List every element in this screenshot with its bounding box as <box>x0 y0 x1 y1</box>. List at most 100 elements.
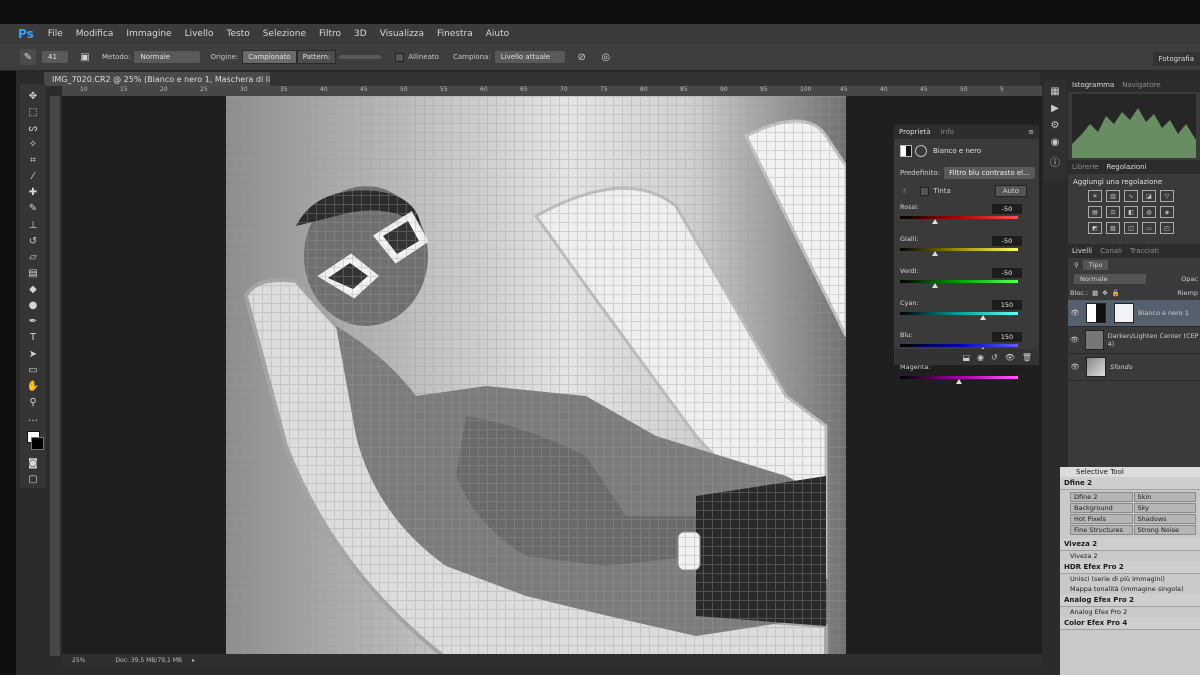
clone-stamp-tool-icon[interactable]: ✎ <box>20 49 36 65</box>
brush-size-picker[interactable]: 41 <box>42 51 68 63</box>
crop-tool-icon[interactable]: ⌗ <box>26 154 40 167</box>
layer-row[interactable]: 👁 Bianco e nero 1 <box>1068 300 1200 327</box>
menu-livello[interactable]: Livello <box>185 29 214 39</box>
slider-track[interactable] <box>900 312 1018 315</box>
color-slider[interactable]: Magenta: <box>900 362 1039 389</box>
menu-testo[interactable]: Testo <box>226 29 249 39</box>
eye-icon[interactable]: 👁 <box>1068 363 1082 371</box>
menu-modifica[interactable]: Modifica <box>76 29 114 39</box>
tab-canali[interactable]: Canali <box>1096 247 1126 255</box>
actions-panel-icon[interactable]: ▶ <box>1051 103 1059 114</box>
tab-istogramma[interactable]: Istogramma <box>1068 81 1118 89</box>
selective-button[interactable]: Sky <box>1133 503 1196 513</box>
slider-value-input[interactable]: -50 <box>992 204 1022 214</box>
zoom-level[interactable]: 25% <box>72 657 85 664</box>
layer-kind-filter[interactable]: Tipo <box>1082 260 1109 270</box>
slider-thumb[interactable] <box>956 379 962 384</box>
campionato-button[interactable]: Campionato <box>242 50 297 64</box>
lasso-tool-icon[interactable]: ᔕ <box>26 122 40 135</box>
preset-select[interactable]: Filtro blu contrasto el... <box>944 167 1035 179</box>
view-previous-icon[interactable]: ◉ <box>977 353 984 362</box>
ignore-adjustment-layers-icon[interactable]: ⊘ <box>575 50 589 64</box>
lock-pixels-icon[interactable]: ▦ <box>1092 289 1098 297</box>
selective-tool-header[interactable]: Selective Tool <box>1060 467 1200 477</box>
layer-row[interactable]: 👁 Sfondo <box>1068 354 1200 381</box>
menu-selezione[interactable]: Selezione <box>263 29 306 39</box>
slider-track[interactable] <box>900 280 1018 283</box>
tab-regolazioni[interactable]: Regolazioni <box>1102 163 1150 171</box>
mask-icon[interactable] <box>915 145 927 157</box>
blur-tool-icon[interactable]: ◆ <box>26 283 40 296</box>
lock-all-icon[interactable]: 🔒 <box>1112 289 1120 297</box>
selective-section-header[interactable]: HDR Efex Pro 2 <box>1060 561 1200 574</box>
marquee-tool-icon[interactable]: ⬚ <box>26 106 40 119</box>
vibrance-icon[interactable]: ▽ <box>1160 190 1174 202</box>
pattern-picker[interactable] <box>339 55 382 59</box>
eraser-tool-icon[interactable]: ▱ <box>26 251 40 264</box>
selective-button[interactable]: Fine Structures <box>1070 525 1133 535</box>
allineato-checkbox[interactable] <box>395 52 405 62</box>
hue-saturation-icon[interactable]: ▤ <box>1088 206 1102 218</box>
slider-track[interactable] <box>900 344 1018 347</box>
pressure-icon[interactable]: ◎ <box>599 50 613 64</box>
selective-button[interactable]: Shadows <box>1133 514 1196 524</box>
metodo-select[interactable]: Normale <box>134 51 201 63</box>
threshold-icon[interactable]: ◫ <box>1124 222 1138 234</box>
slider-track[interactable] <box>900 216 1018 219</box>
tab-librerie[interactable]: Librerie <box>1068 163 1102 171</box>
slider-thumb[interactable] <box>932 283 939 288</box>
swatches-panel-icon[interactable]: ◉ <box>1051 137 1060 148</box>
panel-menu-icon[interactable]: ≡ <box>1028 128 1034 136</box>
clone-stamp-icon[interactable]: ⊥ <box>26 218 40 231</box>
curves-icon[interactable]: ∿ <box>1124 190 1138 202</box>
color-slider[interactable]: Rossi: -50 <box>900 202 1039 229</box>
slider-value-input[interactable] <box>992 364 1022 374</box>
history-brush-icon[interactable]: ↺ <box>26 235 40 248</box>
layer-row[interactable]: 👁 Darken/Lighten Center (CEP 4) <box>1068 327 1200 354</box>
hand-tool-icon[interactable]: ✋ <box>26 380 40 393</box>
selective-color-icon[interactable]: ◰ <box>1160 222 1174 234</box>
photo-filter-icon[interactable]: ◍ <box>1142 206 1156 218</box>
slider-thumb[interactable] <box>979 315 986 320</box>
selective-item[interactable]: Analog Efex Pro 2 <box>1060 607 1200 617</box>
selective-item[interactable]: Mappa tonalità (immagine singola) <box>1060 584 1200 594</box>
selective-section-header[interactable]: Dfine 2 <box>1060 477 1200 490</box>
tab-proprieta[interactable]: Proprietà <box>894 128 936 136</box>
eye-icon[interactable]: 👁 <box>1068 309 1082 317</box>
exposure-icon[interactable]: ◪ <box>1142 190 1156 202</box>
properties-panel-icon[interactable]: ⚙ <box>1051 120 1060 131</box>
tab-info[interactable]: Info <box>936 128 959 136</box>
menu-filtro[interactable]: Filtro <box>319 29 341 39</box>
quick-mask-icon[interactable]: ◙ <box>26 457 40 470</box>
info-panel-icon[interactable]: ⓘ <box>1050 154 1060 169</box>
visibility-icon[interactable]: 👁 <box>1005 353 1015 362</box>
selective-section-header[interactable]: Viveza 2 <box>1060 538 1200 551</box>
quick-selection-tool-icon[interactable]: ✧ <box>26 138 40 151</box>
blend-mode-select[interactable]: Normale <box>1074 274 1146 284</box>
dodge-tool-icon[interactable]: ● <box>26 299 40 312</box>
vertical-ruler[interactable] <box>50 96 60 656</box>
brush-tool-icon[interactable]: ✎ <box>26 202 40 215</box>
status-arrow-icon[interactable]: ▸ <box>192 657 195 664</box>
trash-icon[interactable]: 🗑 <box>1022 353 1032 362</box>
slider-value-input[interactable]: 150 <box>992 332 1022 342</box>
selective-button[interactable]: Background <box>1070 503 1133 513</box>
background-color-swatch[interactable] <box>30 437 44 450</box>
menu-aiuto[interactable]: Aiuto <box>486 29 509 39</box>
color-slider[interactable]: Verdi: -50 <box>900 266 1039 293</box>
clip-to-layer-icon[interactable]: ⬓ <box>962 353 970 362</box>
tab-tracciati[interactable]: Tracciati <box>1126 247 1163 255</box>
zoom-tool-icon[interactable]: ⚲ <box>26 396 40 409</box>
selective-item[interactable]: Unisci (serie di più immagini) <box>1060 574 1200 584</box>
selective-button[interactable]: Skin <box>1133 492 1196 502</box>
gradient-tool-icon[interactable]: ▤ <box>26 267 40 280</box>
history-panel-icon[interactable]: ▦ <box>1050 86 1059 97</box>
selective-button[interactable]: Strong Noise <box>1133 525 1196 535</box>
eye-icon[interactable]: 👁 <box>1068 336 1081 344</box>
levels-icon[interactable]: ▥ <box>1106 190 1120 202</box>
invert-icon[interactable]: ◩ <box>1088 222 1102 234</box>
workspace-select[interactable]: Fotografia <box>1152 52 1200 66</box>
color-balance-icon[interactable]: ⚖ <box>1106 206 1120 218</box>
selective-item[interactable]: Viveza 2 <box>1060 551 1200 561</box>
menu-visualizza[interactable]: Visualizza <box>380 29 424 39</box>
